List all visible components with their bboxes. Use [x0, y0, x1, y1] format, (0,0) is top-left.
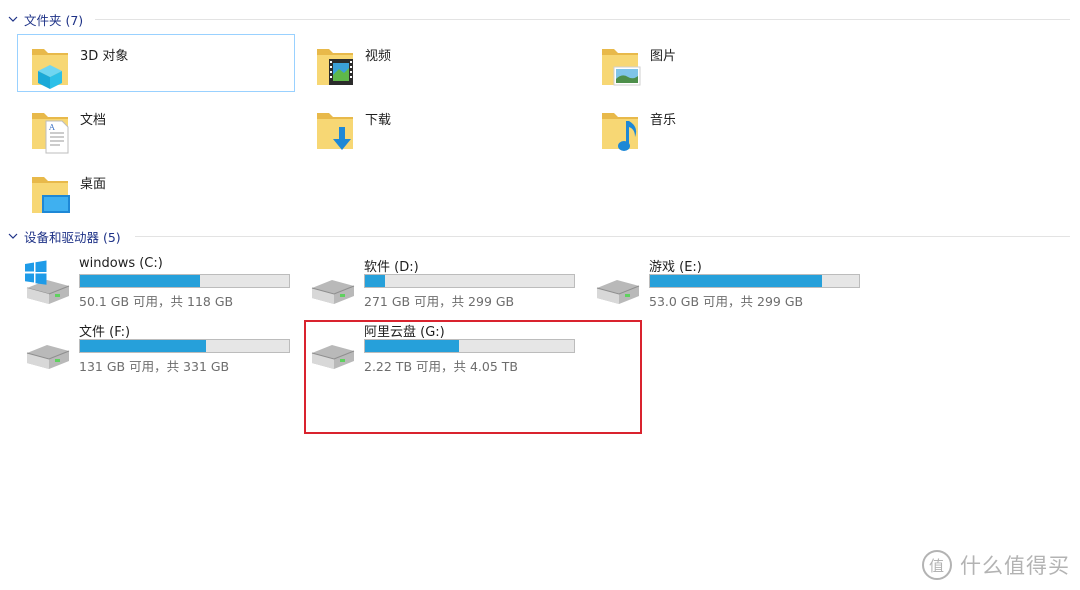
drive-name: 文件 (F:): [79, 325, 131, 340]
folders-section-label: 文件夹 (7): [24, 12, 84, 28]
folder-documents[interactable]: A 文档: [17, 98, 295, 156]
folder-downloads[interactable]: 下载: [302, 98, 580, 156]
drive-usage-bar: [649, 274, 860, 288]
folder-desktop[interactable]: 桌面: [17, 162, 295, 220]
drive-usage-bar: [79, 339, 290, 353]
annotation-highlight-box: [304, 320, 642, 434]
3d-objects-icon: [32, 49, 68, 89]
folder-name: 音乐: [650, 113, 677, 128]
drive-c[interactable]: windows (C:) 50.1 GB 可用，共 118 GB: [17, 254, 302, 310]
devices-section-label: 设备和驱动器 (5): [24, 229, 121, 245]
folder-name: 3D 对象: [80, 49, 129, 64]
drive-space-info: 50.1 GB 可用，共 118 GB: [79, 294, 234, 309]
chevron-down-icon: [8, 16, 18, 22]
watermark-text: 什么值得买: [960, 554, 1070, 578]
folder-name: 图片: [650, 49, 677, 64]
documents-icon: A: [32, 113, 69, 154]
devices-section-divider: [135, 225, 1070, 247]
folders-section-header[interactable]: 文件夹 (7): [8, 8, 83, 30]
chevron-down-icon: [8, 233, 18, 239]
drive-space-info: 131 GB 可用，共 331 GB: [79, 359, 230, 374]
hard-drive-icon: [26, 345, 70, 369]
drive-space-info: 53.0 GB 可用，共 299 GB: [649, 294, 804, 309]
drive-f[interactable]: 文件 (F:) 131 GB 可用，共 331 GB: [17, 319, 302, 375]
drive-space-info: 271 GB 可用，共 299 GB: [364, 294, 515, 309]
drive-d[interactable]: 软件 (D:) 271 GB 可用，共 299 GB: [302, 254, 587, 310]
folder-videos[interactable]: 视频: [302, 34, 580, 92]
drive-e[interactable]: 游戏 (E:) 53.0 GB 可用，共 299 GB: [587, 254, 872, 310]
devices-section-header[interactable]: 设备和驱动器 (5): [8, 225, 121, 247]
folder-name: 文档: [80, 113, 107, 128]
folder-name: 下载: [365, 113, 392, 128]
folder-name: 桌面: [80, 177, 107, 192]
drive-usage-bar: [364, 274, 575, 288]
video-icon: [317, 49, 353, 85]
drive-usage-bar: [79, 274, 290, 288]
desktop-icon: [32, 177, 70, 213]
windows-drive-icon: [25, 260, 70, 304]
downloads-icon: [317, 113, 353, 150]
watermark-logo-icon: 值: [922, 550, 952, 580]
music-icon: [602, 113, 638, 151]
folder-3d-objects[interactable]: 3D 对象: [17, 34, 295, 92]
drive-name: 游戏 (E:): [649, 260, 702, 275]
drive-name: 软件 (D:): [364, 260, 419, 275]
folder-pictures[interactable]: 图片: [587, 34, 865, 92]
folders-section-divider: [95, 8, 1070, 30]
hard-drive-icon: [311, 280, 355, 304]
pictures-icon: [602, 49, 641, 86]
hard-drive-icon: [596, 280, 640, 304]
svg-text:A: A: [48, 123, 55, 132]
watermark: 值 什么值得买: [922, 550, 1070, 580]
drive-name: windows (C:): [79, 256, 163, 271]
folder-name: 视频: [365, 49, 392, 64]
folder-music[interactable]: 音乐: [587, 98, 865, 156]
